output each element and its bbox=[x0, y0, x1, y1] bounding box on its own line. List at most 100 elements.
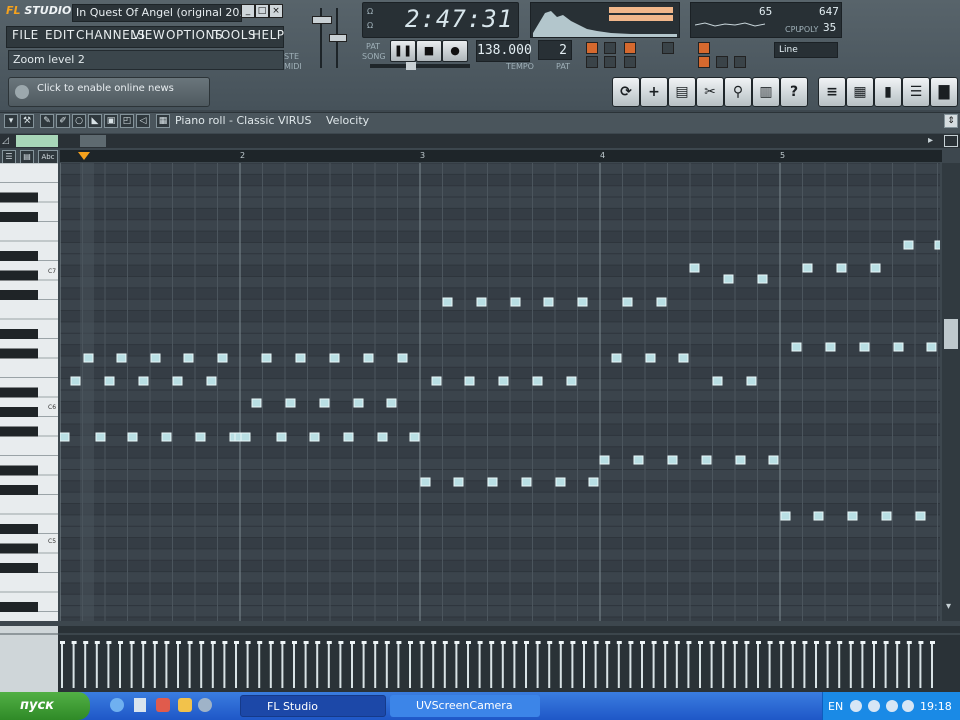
option-toggle[interactable] bbox=[586, 42, 598, 54]
menu-help[interactable]: HELP bbox=[252, 28, 285, 42]
scroll-grip[interactable] bbox=[80, 135, 106, 147]
record-icon[interactable]: ● bbox=[442, 40, 468, 62]
brush-icon[interactable]: ✐ bbox=[56, 114, 70, 128]
browser-icon[interactable]: ☰ bbox=[902, 77, 930, 107]
horizontal-scrollbar[interactable]: ◿ ▸ bbox=[0, 134, 960, 148]
zoom-tool-icon[interactable]: ◁ bbox=[136, 114, 150, 128]
velocity-cap bbox=[442, 641, 448, 644]
scroll-down-icon[interactable]: ▾ bbox=[946, 601, 951, 612]
minimize-icon[interactable]: _ bbox=[241, 4, 255, 18]
note-grid[interactable] bbox=[59, 162, 945, 629]
menu-edit[interactable]: EDIT bbox=[45, 28, 75, 42]
save-icon[interactable]: ▤ bbox=[668, 77, 696, 107]
note bbox=[926, 342, 937, 352]
note bbox=[903, 240, 914, 250]
zoom-icon[interactable]: ⚲ bbox=[724, 77, 752, 107]
event-selector[interactable]: Velocity bbox=[326, 114, 369, 127]
note bbox=[309, 432, 320, 442]
keyboard-icon[interactable]: ▤ bbox=[20, 150, 34, 164]
option-toggle[interactable] bbox=[586, 56, 598, 68]
scissors-icon[interactable]: ✂ bbox=[696, 77, 724, 107]
playhead-marker-icon[interactable] bbox=[78, 152, 90, 160]
headphones-icon[interactable] bbox=[198, 698, 212, 712]
option-toggle[interactable] bbox=[624, 42, 636, 54]
scroll-right-icon[interactable]: ▸ bbox=[928, 135, 933, 146]
tray-icon[interactable] bbox=[850, 700, 862, 712]
master-pitch-handle[interactable] bbox=[329, 34, 347, 42]
online-news-panel[interactable]: Click to enable online news bbox=[8, 77, 210, 107]
grid-row bbox=[60, 299, 940, 311]
grid-icon[interactable]: ▦ bbox=[156, 114, 170, 128]
taskbar-uvscreencamera[interactable]: UVScreenCamera bbox=[390, 695, 540, 717]
piano-icon[interactable]: ▮ bbox=[874, 77, 902, 107]
close-icon[interactable]: × bbox=[269, 4, 283, 18]
start-button[interactable]: пуск bbox=[0, 692, 90, 720]
slice-icon[interactable]: ▣ bbox=[104, 114, 118, 128]
media-icon[interactable] bbox=[156, 698, 170, 712]
wrench-icon[interactable]: ⚒ bbox=[20, 114, 34, 128]
pencil-icon[interactable]: ✎ bbox=[40, 114, 54, 128]
master-sliders[interactable] bbox=[298, 4, 348, 72]
timeline-ruler[interactable] bbox=[60, 150, 942, 162]
notes-icon[interactable]: ▥ bbox=[752, 77, 780, 107]
resize-icon[interactable]: ⇕ bbox=[944, 114, 958, 128]
option-toggle[interactable] bbox=[734, 56, 746, 68]
note bbox=[577, 297, 588, 307]
window-icon[interactable] bbox=[944, 135, 958, 147]
stop-icon[interactable]: ■ bbox=[416, 40, 442, 62]
option-toggle[interactable] bbox=[662, 42, 674, 54]
taskbar-fl-studio[interactable]: FL Studio bbox=[240, 695, 386, 717]
song-position-slider[interactable] bbox=[370, 62, 470, 70]
tray-icon[interactable] bbox=[902, 700, 914, 712]
vscroll-thumb[interactable] bbox=[944, 319, 958, 349]
loop-icon[interactable]: ⟳ bbox=[612, 77, 640, 107]
playlist-icon[interactable]: ≡ bbox=[818, 77, 846, 107]
quicklaunch-icon[interactable] bbox=[178, 698, 192, 712]
option-toggle[interactable] bbox=[604, 42, 616, 54]
tempo-display[interactable]: 138.000 bbox=[476, 40, 532, 62]
note bbox=[870, 263, 881, 273]
grid-row bbox=[60, 571, 940, 583]
help-icon[interactable]: ? bbox=[780, 77, 808, 107]
menu-file[interactable]: FILE bbox=[12, 28, 39, 42]
pattern-label: PAT bbox=[556, 62, 571, 71]
tray-icon[interactable] bbox=[886, 700, 898, 712]
velocity-cap bbox=[756, 641, 761, 644]
select-icon[interactable]: ◰ bbox=[120, 114, 134, 128]
delete-icon[interactable]: ○ bbox=[72, 114, 86, 128]
ie-icon[interactable] bbox=[110, 698, 124, 712]
note bbox=[791, 342, 802, 352]
scroll-left-icon[interactable]: ◿ bbox=[2, 136, 9, 146]
master-volume-handle[interactable] bbox=[312, 16, 332, 24]
piano-roll-title[interactable]: Piano roll - Classic VIRUS bbox=[175, 114, 311, 127]
menu-tools[interactable]: TOOLS bbox=[213, 28, 256, 42]
new-pattern-icon[interactable]: + bbox=[640, 77, 668, 107]
time-display[interactable]: Ω Ω 2:47:31 bbox=[362, 2, 519, 38]
vertical-scrollbar[interactable]: ▾ bbox=[942, 163, 960, 621]
option-toggle[interactable] bbox=[716, 56, 728, 68]
mixer-icon[interactable]: ▇ bbox=[930, 77, 958, 107]
maximize-icon[interactable]: □ bbox=[255, 4, 269, 18]
menu-arrow-icon[interactable]: ▾ bbox=[4, 114, 18, 128]
velocity-pane[interactable] bbox=[0, 626, 960, 692]
tray-icon[interactable] bbox=[868, 700, 880, 712]
scroll-thumb[interactable] bbox=[16, 135, 58, 147]
menu-view[interactable]: VIEW bbox=[132, 28, 165, 42]
option-toggle[interactable] bbox=[698, 56, 710, 68]
option-toggle[interactable] bbox=[624, 56, 636, 68]
snap-selector[interactable]: Line bbox=[774, 42, 838, 58]
grid-row bbox=[60, 310, 940, 322]
channel-button[interactable]: Abc bbox=[38, 150, 58, 164]
piano-keyboard[interactable] bbox=[0, 163, 58, 621]
step-sequencer-icon[interactable]: ▦ bbox=[846, 77, 874, 107]
option-toggle[interactable] bbox=[698, 42, 710, 54]
doc-icon[interactable] bbox=[134, 698, 146, 712]
list-icon[interactable]: ☰ bbox=[2, 150, 16, 164]
pattern-selector[interactable]: 2 bbox=[538, 40, 572, 60]
velocity-cap bbox=[906, 641, 912, 644]
mute-icon[interactable]: ◣ bbox=[88, 114, 102, 128]
black-key bbox=[0, 524, 38, 534]
option-toggle[interactable] bbox=[604, 56, 616, 68]
pause-icon[interactable]: ❚❚ bbox=[390, 40, 416, 62]
language-indicator[interactable]: EN bbox=[828, 700, 843, 713]
